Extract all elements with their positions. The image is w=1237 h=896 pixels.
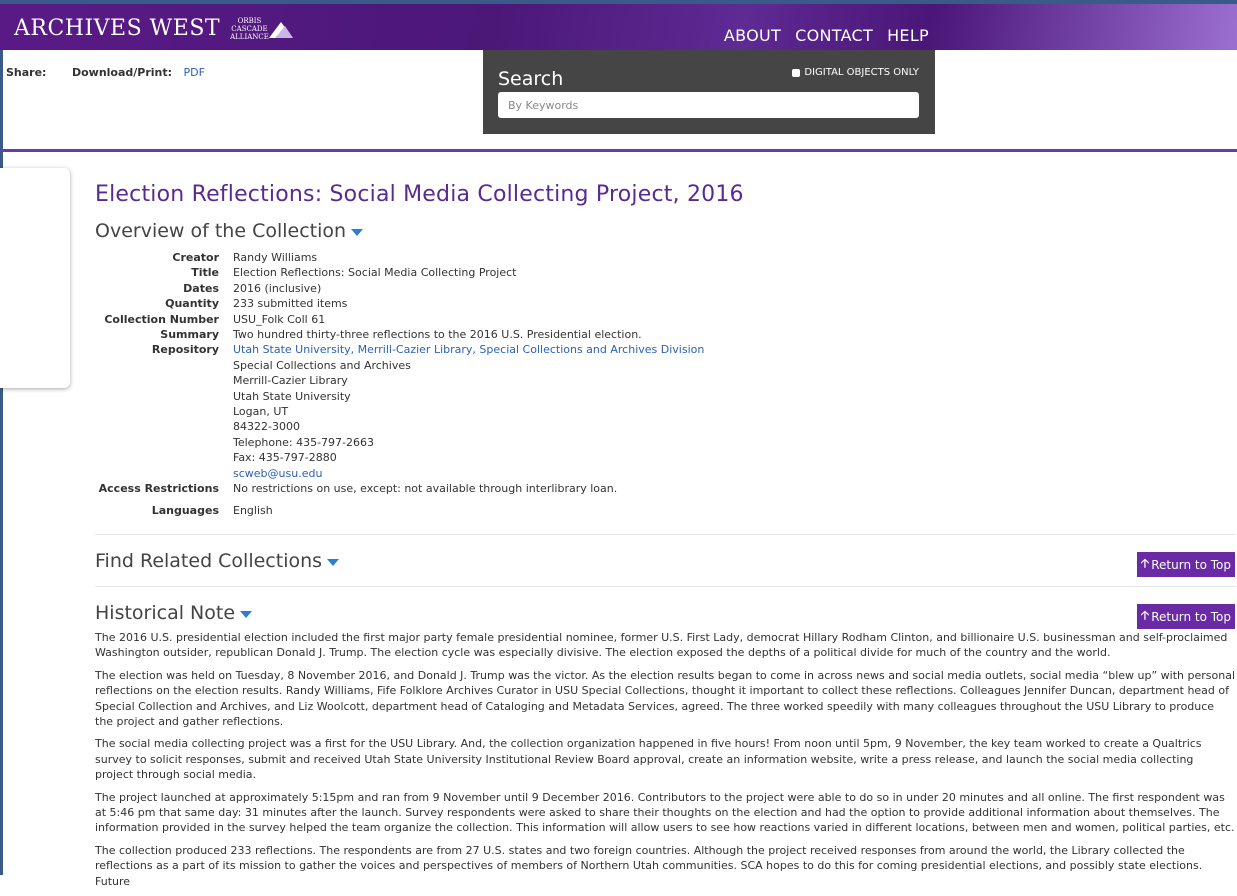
- detail-value: Election Reflections: Social Media Colle…: [233, 266, 517, 280]
- paragraph: The social media collecting project was …: [95, 737, 1202, 782]
- address-line: Special Collections and Archives: [233, 358, 411, 372]
- detail-key: Quantity: [165, 297, 219, 311]
- mountain-icon: [268, 21, 293, 38]
- arrow-up-icon: 🡡: [1140, 556, 1150, 570]
- detail-key: Summary: [160, 328, 219, 342]
- paragraph: The collection produced 233 reflections.…: [95, 843, 1203, 888]
- divider: [0, 149, 1237, 152]
- download-label: Download/Print:: [71, 66, 173, 79]
- page-title: Election Reflections: Social Media Colle…: [95, 182, 744, 207]
- detail-value: Randy Williams: [233, 251, 318, 264]
- paragraph: The election was held on Tuesday, 8 Nove…: [95, 668, 1236, 729]
- section-divider: [95, 534, 1235, 535]
- detail-key: Repository: [151, 343, 219, 357]
- repository-value: Utah State University, Merrill-Cazier Li…: [233, 342, 704, 481]
- orbis-line-3: ALLIANCE: [230, 32, 269, 41]
- historical-note-body: The 2016 U.S. presidential election incl…: [95, 630, 1235, 896]
- related-heading-text: Find Related Collections: [95, 550, 323, 572]
- nav-contact[interactable]: CONTACT: [795, 26, 873, 45]
- side-navigation-card: [0, 168, 70, 388]
- detail-row: Access Restrictions No restrictions on us…: [95, 481, 704, 496]
- return-label: Return to Top: [1151, 609, 1231, 624]
- historical-heading-text: Historical Note: [95, 602, 236, 624]
- email-link[interactable]: scweb@usu.edu: [233, 467, 322, 480]
- digital-objects-label: DIGITAL OBJECTS ONLY: [804, 67, 919, 78]
- fax-line: Fax: 435-797-2880: [233, 451, 337, 465]
- overview-heading[interactable]: Overview of the Collection: [95, 220, 364, 242]
- paragraph: The project launched at approximately 5:…: [95, 790, 1235, 835]
- return-to-top-button[interactable]: 🡡 Return to Top: [1136, 552, 1235, 577]
- overview-details: Creator Randy Williams Title Election Refl…: [95, 250, 705, 518]
- orbis-cascade-logo: ORBIS CASCADE ALLIANCE: [230, 17, 269, 41]
- detail-row: Title Election Reflections: Social Media …: [95, 265, 704, 280]
- top-nav: ABOUT CONTACT HELP: [724, 26, 929, 45]
- detail-key: Languages: [151, 503, 219, 517]
- search-panel: Search DIGITAL OBJECTS ONLY: [483, 50, 935, 134]
- related-heading[interactable]: Find Related Collections: [95, 550, 340, 572]
- share-label: Share:: [6, 66, 47, 79]
- address-line: Logan, UT: [233, 405, 289, 419]
- detail-key: Access Restrictions: [98, 482, 219, 496]
- caret-down-icon[interactable]: [327, 559, 340, 566]
- repository-link[interactable]: Utah State University, Merrill-Cazier Li…: [233, 343, 704, 356]
- logo-text: ARCHIVES WEST: [14, 16, 221, 41]
- detail-key: Collection Number: [104, 312, 219, 326]
- window-left-edge: [0, 0, 3, 875]
- orbis-line-2: CASCADE: [231, 24, 268, 33]
- overview-heading-text: Overview of the Collection: [95, 220, 347, 242]
- detail-row: Dates 2016 (inclusive): [95, 281, 704, 296]
- detail-row: Quantity 233 submitted items: [95, 296, 704, 311]
- detail-value: English: [233, 503, 273, 517]
- return-to-top-button[interactable]: 🡡 Return to Top: [1136, 604, 1235, 629]
- address-line: Utah State University: [233, 389, 351, 403]
- detail-row: Languages English: [95, 503, 704, 518]
- nav-about[interactable]: ABOUT: [724, 26, 781, 45]
- repository-row: Repository Utah State University, Merril…: [95, 342, 704, 481]
- detail-key: Title: [191, 266, 219, 280]
- caret-down-icon[interactable]: [351, 229, 364, 236]
- detail-value: Two hundred thirty-three reflections to …: [233, 328, 642, 342]
- section-divider: [95, 586, 1235, 587]
- detail-value: No restrictions on use, except: not avai…: [233, 482, 618, 496]
- orbis-line-1: ORBIS: [237, 16, 262, 25]
- search-title: Search: [498, 68, 564, 90]
- nav-help[interactable]: HELP: [887, 26, 929, 45]
- search-input[interactable]: [498, 92, 919, 118]
- site-header: ARCHIVES WEST ORBIS CASCADE ALLIANCE ABO…: [0, 0, 1237, 50]
- detail-key: Dates: [183, 281, 219, 295]
- address-line: Merrill-Cazier Library: [233, 374, 348, 388]
- address-line: 84322-3000: [233, 420, 300, 434]
- main-content: Election Reflections: Social Media Colle…: [95, 182, 1235, 888]
- archives-west-logo[interactable]: ARCHIVES WEST ORBIS CASCADE ALLIANCE: [14, 16, 295, 41]
- detail-key: Creator: [172, 251, 219, 264]
- paragraph: The 2016 U.S. presidential election incl…: [95, 631, 1228, 660]
- arrow-up-icon: 🡡: [1140, 608, 1150, 622]
- share-row: Share: Download/Print: PDF: [6, 66, 205, 79]
- detail-row: Summary Two hundred thirty-three reflecti…: [95, 327, 704, 342]
- checkbox-icon[interactable]: [792, 68, 801, 77]
- pdf-link[interactable]: PDF: [184, 66, 205, 79]
- detail-value: USU_Folk Coll 61: [233, 312, 326, 326]
- historical-heading[interactable]: Historical Note: [95, 602, 253, 624]
- caret-down-icon[interactable]: [240, 611, 253, 618]
- detail-row: Creator Randy Williams: [95, 250, 704, 265]
- return-label: Return to Top: [1151, 557, 1231, 572]
- digital-objects-toggle[interactable]: DIGITAL OBJECTS ONLY: [792, 67, 919, 78]
- phone-line: Telephone: 435-797-2663: [233, 435, 374, 449]
- detail-row: Collection Number USU_Folk Coll 61: [95, 312, 704, 327]
- detail-value: 233 submitted items: [233, 297, 348, 311]
- detail-value: 2016 (inclusive): [233, 281, 322, 295]
